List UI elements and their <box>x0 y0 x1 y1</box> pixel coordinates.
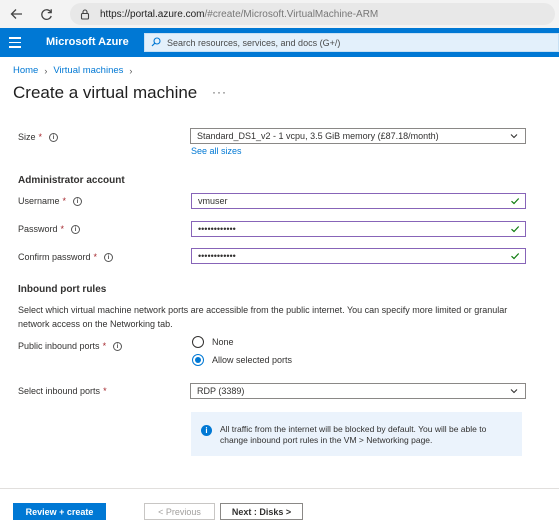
password-field[interactable] <box>191 221 526 237</box>
username-label: Username * i <box>18 196 83 206</box>
review-create-button[interactable]: Review + create <box>13 503 106 520</box>
url-text: https://portal.azure.com/#create/Microso… <box>100 9 378 20</box>
checkmark-icon <box>511 253 520 260</box>
required-marker: * <box>62 196 67 206</box>
password-input[interactable] <box>198 224 498 234</box>
radio-option-none[interactable]: None <box>192 336 234 348</box>
info-icon[interactable]: i <box>73 196 83 206</box>
info-icon[interactable]: i <box>104 252 114 262</box>
radio-button[interactable] <box>192 336 204 348</box>
chevron-down-icon <box>510 134 518 139</box>
global-search[interactable] <box>144 33 559 52</box>
address-bar[interactable]: https://portal.azure.com/#create/Microso… <box>70 3 555 25</box>
chevron-right-icon: › <box>129 65 133 76</box>
breadcrumb-virtual-machines[interactable]: Virtual machines <box>53 65 123 76</box>
chevron-right-icon: › <box>44 65 48 76</box>
radio-option-allow-selected[interactable]: Allow selected ports <box>192 354 292 366</box>
required-marker: * <box>93 252 98 262</box>
inbound-description: Select which virtual machine network por… <box>18 305 508 329</box>
required-marker: * <box>60 224 65 234</box>
info-icon[interactable]: i <box>71 224 81 234</box>
info-icon[interactable]: i <box>113 341 123 351</box>
chevron-down-icon <box>510 389 518 394</box>
confirm-password-label-text: Confirm password <box>18 252 91 262</box>
public-inbound-label-text: Public inbound ports <box>18 341 100 351</box>
select-inbound-label-text: Select inbound ports <box>18 386 101 396</box>
url-path: /#create/Microsoft.VirtualMachine-ARM <box>204 8 379 20</box>
inbound-rules-heading: Inbound port rules <box>18 284 107 295</box>
username-input[interactable] <box>198 196 498 206</box>
size-select[interactable]: Standard_DS1_v2 - 1 vcpu, 3.5 GiB memory… <box>190 128 526 144</box>
username-label-text: Username <box>18 196 60 206</box>
azure-header: Microsoft Azure <box>0 28 559 57</box>
browser-toolbar: https://portal.azure.com/#create/Microso… <box>0 0 559 28</box>
confirm-password-input[interactable] <box>198 251 498 261</box>
search-icon <box>151 36 161 49</box>
radio-button-selected[interactable] <box>192 354 204 366</box>
next-disks-button[interactable]: Next : Disks > <box>220 503 303 520</box>
url-host: https://portal.azure.com <box>100 8 205 20</box>
size-label-text: Size <box>18 132 36 142</box>
wizard-footer: Review + create < Previous Next : Disks … <box>0 488 559 530</box>
form-content[interactable]: Size * i Standard_DS1_v2 - 1 vcpu, 3.5 Gi… <box>0 122 559 487</box>
menu-icon[interactable] <box>9 37 21 48</box>
info-message-text: All traffic from the internet will be bl… <box>220 424 487 445</box>
info-message: i All traffic from the internet will be … <box>191 412 522 456</box>
password-label: Password * i <box>18 224 81 234</box>
inbound-ports-value: RDP (3389) <box>197 386 245 396</box>
public-inbound-label: Public inbound ports * i <box>18 341 123 351</box>
lock-icon <box>78 7 92 21</box>
reload-icon[interactable] <box>36 4 56 24</box>
confirm-password-field[interactable] <box>191 248 526 264</box>
size-label: Size * i <box>18 132 59 142</box>
required-marker: * <box>38 132 43 142</box>
confirm-password-label: Confirm password * i <box>18 252 114 262</box>
checkmark-icon <box>511 198 520 205</box>
checkmark-icon <box>511 226 520 233</box>
radio-label: Allow selected ports <box>212 355 293 365</box>
required-marker: * <box>103 386 107 396</box>
select-inbound-label: Select inbound ports * <box>18 386 107 396</box>
breadcrumb: Home › Virtual machines › <box>13 65 138 76</box>
see-all-sizes-link[interactable]: See all sizes <box>191 146 242 156</box>
size-value: Standard_DS1_v2 - 1 vcpu, 3.5 GiB memory… <box>197 131 439 141</box>
info-filled-icon: i <box>201 425 212 436</box>
info-icon[interactable]: i <box>49 132 59 142</box>
breadcrumb-home[interactable]: Home <box>13 65 38 76</box>
page-title: Create a virtual machine <box>13 83 198 102</box>
inbound-ports-select[interactable]: RDP (3389) <box>190 383 526 399</box>
required-marker: * <box>102 341 107 351</box>
brand-name[interactable]: Microsoft Azure <box>46 36 129 48</box>
password-label-text: Password <box>18 224 58 234</box>
more-options-icon[interactable]: ··· <box>212 85 227 99</box>
previous-button[interactable]: < Previous <box>144 503 215 520</box>
username-field[interactable] <box>191 193 526 209</box>
admin-account-heading: Administrator account <box>18 175 125 186</box>
back-icon[interactable] <box>6 4 26 24</box>
radio-label: None <box>212 337 234 347</box>
search-input[interactable] <box>167 37 547 48</box>
